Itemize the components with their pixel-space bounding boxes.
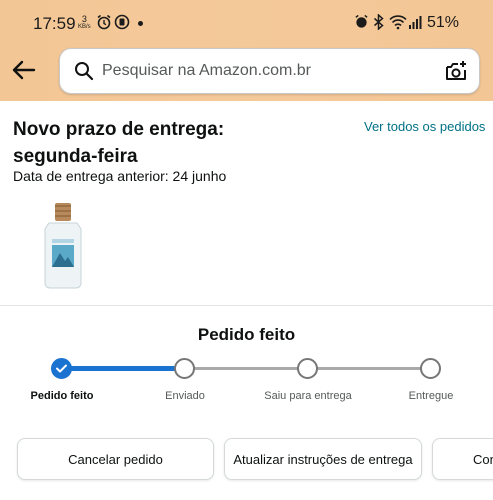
notification-dot bbox=[138, 21, 143, 26]
search-icon bbox=[75, 62, 94, 81]
alarm-icon-right bbox=[355, 14, 368, 28]
app-header: 17:59 3 KB/s 51% Pesquisar na Amazon.com… bbox=[0, 0, 493, 101]
signal-icon bbox=[409, 16, 422, 29]
section-divider bbox=[0, 305, 493, 306]
previous-delivery-date: Data de entrega anterior: 24 junho bbox=[13, 168, 227, 184]
step-circle-ordered bbox=[51, 358, 72, 379]
product-image[interactable] bbox=[36, 201, 86, 289]
bluetooth-icon bbox=[374, 14, 384, 30]
update-delivery-instructions-button[interactable]: Atualizar instruções de entrega bbox=[224, 438, 422, 480]
wifi-icon bbox=[389, 15, 407, 30]
tracker-title: Pedido feito bbox=[197, 325, 296, 344]
step-label-delivered: Entregue bbox=[408, 390, 454, 402]
cancel-order-button[interactable]: Cancelar pedido bbox=[17, 438, 214, 480]
media-app-icon bbox=[114, 14, 130, 30]
more-action-button[interactable]: Con bbox=[432, 438, 493, 480]
data-speed-value: 3 bbox=[81, 14, 87, 24]
status-bar: 17:59 3 KB/s 51% bbox=[0, 0, 493, 44]
delivery-title: Novo prazo de entrega: segunda-feira bbox=[13, 119, 225, 167]
step-circle-out-for-delivery bbox=[297, 358, 318, 379]
step-circle-delivered bbox=[420, 358, 441, 379]
camera-search-icon[interactable] bbox=[444, 59, 468, 83]
step-label-out-for-delivery: Saiu para entrega bbox=[264, 390, 352, 402]
step-circle-shipped bbox=[174, 358, 195, 379]
battery-level: 51% bbox=[427, 14, 460, 31]
status-time: 17:59 bbox=[33, 14, 76, 33]
step-label-ordered: Pedido feito bbox=[30, 390, 94, 402]
view-all-orders-link[interactable]: Ver todos os pedidos bbox=[364, 119, 485, 134]
data-speed-unit: KB/s bbox=[78, 24, 91, 30]
checkmark-icon bbox=[56, 364, 67, 373]
data-speed-indicator: 3 KB/s bbox=[78, 15, 91, 31]
search-input[interactable] bbox=[102, 58, 432, 84]
progress-fill bbox=[62, 366, 184, 371]
alarm-icon bbox=[97, 14, 111, 30]
back-arrow-icon[interactable] bbox=[10, 56, 38, 84]
search-bar[interactable] bbox=[59, 48, 480, 94]
step-label-shipped: Enviado bbox=[165, 390, 205, 402]
